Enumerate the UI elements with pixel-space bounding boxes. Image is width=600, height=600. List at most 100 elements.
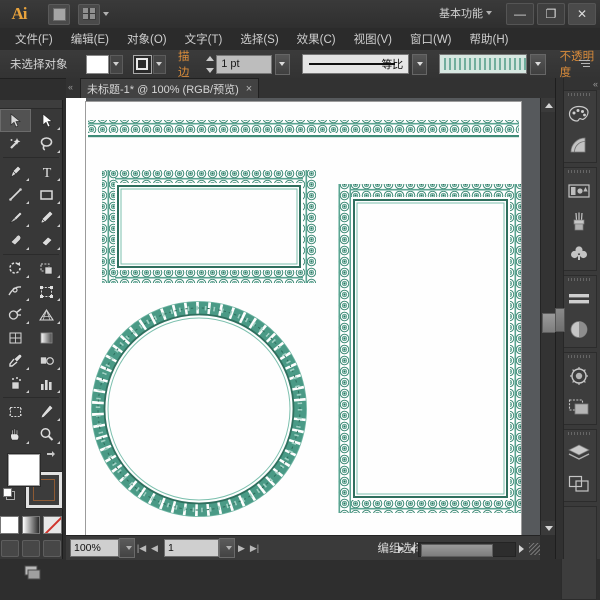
brush-definition-select[interactable] bbox=[439, 54, 527, 74]
width-tool[interactable] bbox=[0, 280, 31, 303]
swap-fill-stroke-icon[interactable] bbox=[45, 449, 56, 460]
appearance-panel-icon[interactable] bbox=[562, 360, 596, 391]
symbol-sprayer-tool[interactable] bbox=[0, 372, 31, 395]
stepper-up-icon[interactable] bbox=[206, 56, 214, 61]
first-artboard-button[interactable]: |◀ bbox=[135, 539, 148, 557]
eyedropper-tool[interactable] bbox=[0, 349, 31, 372]
fill-color-box[interactable] bbox=[8, 454, 40, 486]
horizontal-scroll-track[interactable] bbox=[418, 542, 516, 557]
resize-grip[interactable] bbox=[529, 543, 540, 555]
menu-select[interactable]: 选择(S) bbox=[231, 29, 287, 49]
fill-color-swatch[interactable] bbox=[86, 55, 109, 74]
draw-inside-button[interactable] bbox=[43, 540, 61, 557]
zoom-level-input[interactable]: 100% bbox=[70, 539, 119, 557]
horizontal-scroll-thumb[interactable] bbox=[421, 544, 493, 557]
line-segment-tool[interactable] bbox=[0, 183, 31, 206]
menu-file[interactable]: 文件(F) bbox=[6, 29, 62, 49]
menu-edit[interactable]: 编辑(E) bbox=[62, 29, 118, 49]
type-tool[interactable]: T bbox=[31, 160, 62, 183]
previous-artboard-button[interactable]: ◀ bbox=[148, 539, 161, 557]
panel-menu-icon[interactable] bbox=[579, 57, 592, 70]
hand-tool[interactable] bbox=[0, 423, 31, 446]
document-tab[interactable]: 未标题-1* @ 100% (RGB/预览) × bbox=[80, 78, 259, 98]
dock-group-grip[interactable] bbox=[562, 168, 596, 175]
gradient-mode-button[interactable] bbox=[22, 516, 41, 534]
scale-tool[interactable] bbox=[31, 257, 62, 280]
free-transform-tool[interactable] bbox=[31, 280, 62, 303]
brush-definition-chevron-down-icon[interactable] bbox=[530, 54, 545, 75]
stroke-panel-link[interactable]: 描边 bbox=[178, 48, 198, 81]
zoom-chevron-down-icon[interactable] bbox=[119, 538, 135, 558]
fill-chevron-down-icon[interactable] bbox=[110, 55, 123, 74]
arrange-chevron-down-icon[interactable] bbox=[103, 12, 109, 16]
artboard[interactable] bbox=[86, 102, 521, 535]
width-profile-chevron-down-icon[interactable] bbox=[412, 54, 427, 75]
stroke-weight-stepper[interactable] bbox=[206, 56, 214, 73]
stroke-weight-chevron-down-icon[interactable] bbox=[275, 54, 290, 75]
menu-object[interactable]: 对象(O) bbox=[118, 29, 176, 49]
maximize-button[interactable]: ❐ bbox=[537, 3, 565, 25]
variable-width-profile-select[interactable]: 等比 bbox=[302, 54, 409, 74]
pencil-tool[interactable] bbox=[31, 206, 62, 229]
dock-group-grip[interactable] bbox=[562, 91, 596, 98]
transparency-panel-icon[interactable] bbox=[562, 314, 596, 345]
swatches-panel-icon[interactable] bbox=[562, 237, 596, 268]
scroll-up-icon[interactable] bbox=[541, 98, 556, 112]
color-guide-panel-icon[interactable] bbox=[562, 129, 596, 160]
stroke-color-swatch[interactable] bbox=[133, 55, 152, 74]
color-panel-icon[interactable] bbox=[562, 98, 596, 129]
menu-effect[interactable]: 效果(C) bbox=[288, 29, 345, 49]
artboard-chevron-down-icon[interactable] bbox=[219, 538, 235, 558]
none-mode-button[interactable] bbox=[43, 516, 62, 534]
minimize-button[interactable]: — bbox=[506, 3, 534, 25]
stepper-down-icon[interactable] bbox=[206, 68, 214, 73]
gradient-tool[interactable] bbox=[31, 326, 62, 349]
menu-window[interactable]: 窗口(W) bbox=[401, 29, 461, 49]
zoom-tool[interactable] bbox=[31, 423, 62, 446]
next-artboard-button[interactable]: ▶ bbox=[235, 539, 248, 557]
magic-wand-tool[interactable] bbox=[0, 132, 31, 155]
layers-panel-icon[interactable] bbox=[562, 437, 596, 468]
canvas-area[interactable] bbox=[66, 98, 540, 535]
align-panel-icon[interactable] bbox=[562, 283, 596, 314]
dock-resize-handle[interactable] bbox=[555, 308, 565, 332]
draw-normal-button[interactable] bbox=[1, 540, 19, 557]
default-fill-stroke-icon[interactable] bbox=[3, 488, 14, 499]
dock-group-grip[interactable] bbox=[562, 353, 596, 360]
graphic-styles-panel-icon[interactable] bbox=[562, 391, 596, 422]
rectangle-tool[interactable] bbox=[31, 183, 62, 206]
scroll-down-icon[interactable] bbox=[541, 521, 556, 535]
stroke-weight-input[interactable]: 1 pt bbox=[216, 55, 272, 74]
scroll-right-icon[interactable] bbox=[516, 542, 528, 556]
tools-panel-grip[interactable] bbox=[0, 100, 62, 109]
color-mode-button[interactable] bbox=[0, 516, 19, 534]
tabbar-collapse-icon[interactable]: « bbox=[68, 82, 72, 92]
menu-view[interactable]: 视图(V) bbox=[345, 29, 401, 49]
selection-tool[interactable] bbox=[0, 109, 31, 132]
arrange-documents-icon[interactable] bbox=[78, 4, 100, 25]
eraser-tool[interactable] bbox=[31, 229, 62, 252]
draw-behind-button[interactable] bbox=[22, 540, 40, 557]
stroke-chevron-down-icon[interactable] bbox=[153, 55, 166, 74]
slice-tool[interactable] bbox=[31, 400, 62, 423]
close-button[interactable]: ✕ bbox=[568, 3, 596, 25]
menu-type[interactable]: 文字(T) bbox=[176, 29, 232, 49]
menu-help[interactable]: 帮助(H) bbox=[461, 29, 518, 49]
mesh-tool[interactable] bbox=[0, 326, 31, 349]
perspective-grid-tool[interactable] bbox=[31, 303, 62, 326]
blob-brush-tool[interactable] bbox=[0, 229, 31, 252]
last-artboard-button[interactable]: ▶| bbox=[248, 539, 261, 557]
canvas-horizontal-scrollbar[interactable] bbox=[395, 538, 540, 560]
dock-group-grip[interactable] bbox=[562, 430, 596, 437]
blend-tool[interactable] bbox=[31, 349, 62, 372]
brushes-panel-icon[interactable] bbox=[562, 206, 596, 237]
paintbrush-tool[interactable] bbox=[0, 206, 31, 229]
pen-tool[interactable] bbox=[0, 160, 31, 183]
close-icon[interactable]: × bbox=[246, 83, 252, 95]
bridge-icon[interactable] bbox=[48, 4, 70, 25]
symbols-panel-icon[interactable] bbox=[562, 175, 596, 206]
workspace-chevron-down-icon[interactable] bbox=[486, 11, 492, 15]
workspace-switcher[interactable]: 基本功能 bbox=[439, 5, 492, 21]
artboard-number-input[interactable]: 1 bbox=[164, 539, 219, 557]
change-screen-mode-icon[interactable] bbox=[18, 564, 44, 582]
